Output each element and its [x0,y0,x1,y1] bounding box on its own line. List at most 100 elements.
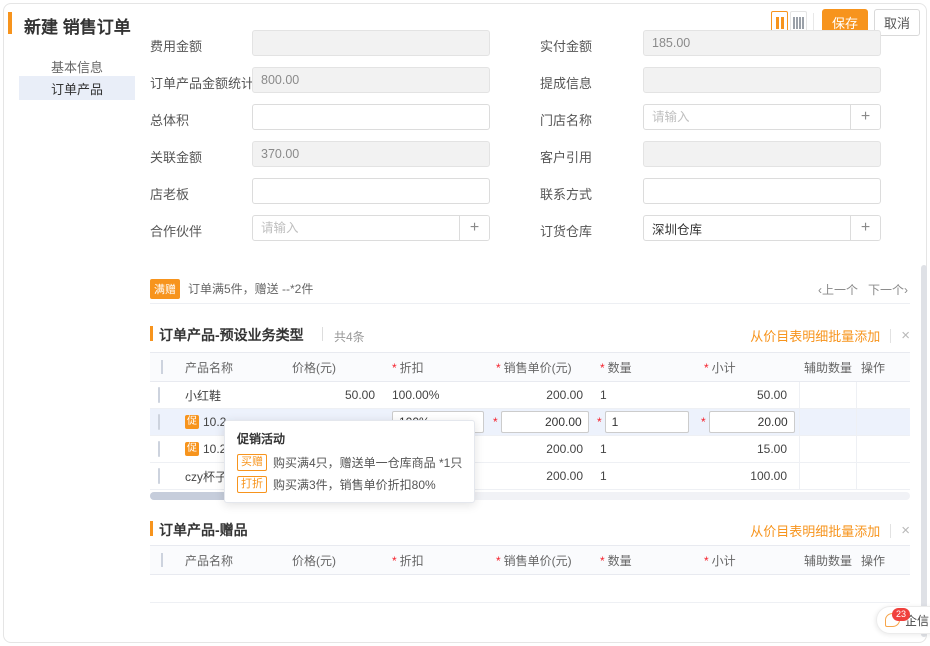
chat-unread-badge: 23 [892,608,910,621]
col-discount: *折扣 [387,359,491,376]
cell-unit-price: 200.00 [491,442,595,456]
page-title: 新建 销售订单 [24,13,131,38]
vertical-scrollbar-thumb[interactable] [921,265,927,637]
qty-input[interactable] [605,411,689,433]
section-separator [322,327,323,341]
store-name-input[interactable] [644,105,850,129]
partner-add-button[interactable]: + [459,216,489,240]
required-mark: * [493,415,498,429]
store-name-add-button[interactable]: + [850,105,880,129]
customer-reference-input [644,142,880,166]
section-actions: 从价目表明细批量添加 × [750,326,910,345]
contact-info-input[interactable] [644,179,880,203]
cell-discount: 100.00% [387,388,491,402]
required-mark: * [597,415,602,429]
table-header-row: 产品名称 价格(元) *折扣 *销售单价(元) *数量 *小计 辅助数量 操作 [150,545,910,575]
buy-gift-tag: 买赠 [237,454,267,471]
select-all-checkbox[interactable] [161,553,163,567]
field-label-fee-amount: 费用金额 [150,36,202,55]
cell-unit-price: 200.00 [491,469,595,483]
col-aux-qty: 辅助数量 [799,552,856,569]
cell-qty: 1 [595,388,699,402]
cell-subtotal: 100.00 [699,469,799,483]
commission-info-input [644,68,880,92]
fee-amount-input [253,31,489,55]
field-label-contact-info: 联系方式 [540,184,592,203]
sidebar-item-basic-info[interactable]: 基本信息 [19,54,135,78]
subtotal-input[interactable] [709,411,795,433]
customer-reference-field [643,141,881,167]
row-checkbox[interactable] [158,441,160,457]
section-accent-bar [150,521,153,536]
qixin-chat-button[interactable]: 23 企信 [876,606,930,634]
promotion-prev-button[interactable]: ‹上一个 [818,283,858,297]
field-label-order-warehouse: 订货仓库 [540,221,592,240]
section-close-icon[interactable]: × [901,328,910,343]
unit-price-input[interactable] [501,411,589,433]
order-warehouse-input[interactable] [644,216,850,240]
layout-list-icon [793,17,795,29]
required-mark: * [704,554,709,568]
section-actions: 从价目表明细批量添加 × [750,521,910,540]
promotion-tooltip-item: 打折 购买满3件，销售单价折扣80% [237,476,462,493]
cell-aux-qty [799,382,856,408]
partner-field: + [252,215,490,241]
cell-aux-qty [799,409,856,435]
required-mark: * [496,554,501,568]
col-product-name: 产品名称 [180,359,287,376]
total-volume-field [252,104,490,130]
col-qty: *数量 [595,552,699,569]
related-amount-field [252,141,490,167]
sidebar-item-order-products[interactable]: 订单产品 [19,76,135,100]
col-unit-price: *销售单价(元) [491,552,595,569]
cell-subtotal: 50.00 [699,388,799,402]
row-checkbox[interactable] [158,387,160,403]
cell-subtotal: 15.00 [699,442,799,456]
row-checkbox[interactable] [158,468,160,484]
field-label-total-volume: 总体积 [150,110,189,129]
order-warehouse-add-button[interactable]: + [850,216,880,240]
discount-rule-text: 购买满3件，销售单价折扣80% [273,476,436,493]
field-label-store-name: 门店名称 [540,110,592,129]
batch-add-from-pricelist-link[interactable]: 从价目表明细批量添加 [750,521,880,540]
cell-op [856,409,910,435]
field-label-paid-amount: 实付金额 [540,36,592,55]
section-title-order-products: 订单产品-预设业务类型 [159,325,304,345]
contact-info-field [643,178,881,204]
row-checkbox[interactable] [158,414,160,430]
promo-chip-icon: 促 [185,415,199,429]
promotion-tooltip-title: 促销活动 [237,430,462,447]
partner-input[interactable] [253,216,459,240]
col-op: 操作 [856,359,910,376]
col-op: 操作 [856,552,910,569]
section-close-icon[interactable]: × [901,523,910,538]
cell-op [856,382,910,408]
shop-owner-input[interactable] [253,179,489,203]
col-subtotal: *小计 [699,359,799,376]
field-label-related-amount: 关联金额 [150,147,202,166]
cell-unit-price: * [491,411,595,433]
col-unit-price: *销售单价(元) [491,359,595,376]
required-mark: * [392,554,397,568]
promotion-tooltip-item: 买赠 购买满4只，赠送单一仓库商品 *1只 [237,454,462,471]
product-amount-total-input [253,68,489,92]
total-volume-input[interactable] [253,105,489,129]
col-qty: *数量 [595,359,699,376]
layout-list-icon [802,17,804,29]
batch-add-from-pricelist-link[interactable]: 从价目表明细批量添加 [750,326,880,345]
cell-subtotal: * [699,411,799,433]
section-title-gift-products: 订单产品-赠品 [159,520,248,540]
field-label-customer-reference: 客户引用 [540,147,592,166]
promotion-divider [150,303,910,304]
page: 新建 销售订单 保存 取消 基本信息 订单产品 费用金额 实付金额 订单产品金额… [0,0,930,646]
required-mark: * [392,361,397,375]
cell-product-name: 小红鞋 [180,387,287,404]
promo-chip-icon: 促 [185,442,199,456]
table-row[interactable]: 小红鞋 50.00 100.00% 200.00 1 50.00 [150,382,910,409]
promotion-next-button[interactable]: 下一个› [868,283,908,297]
cell-qty: 1 [595,469,699,483]
promotion-type-badge: 满赠 [150,279,180,299]
select-all-checkbox[interactable] [161,360,163,374]
layout-list-icon [799,17,801,29]
product-amount-total-field [252,67,490,93]
